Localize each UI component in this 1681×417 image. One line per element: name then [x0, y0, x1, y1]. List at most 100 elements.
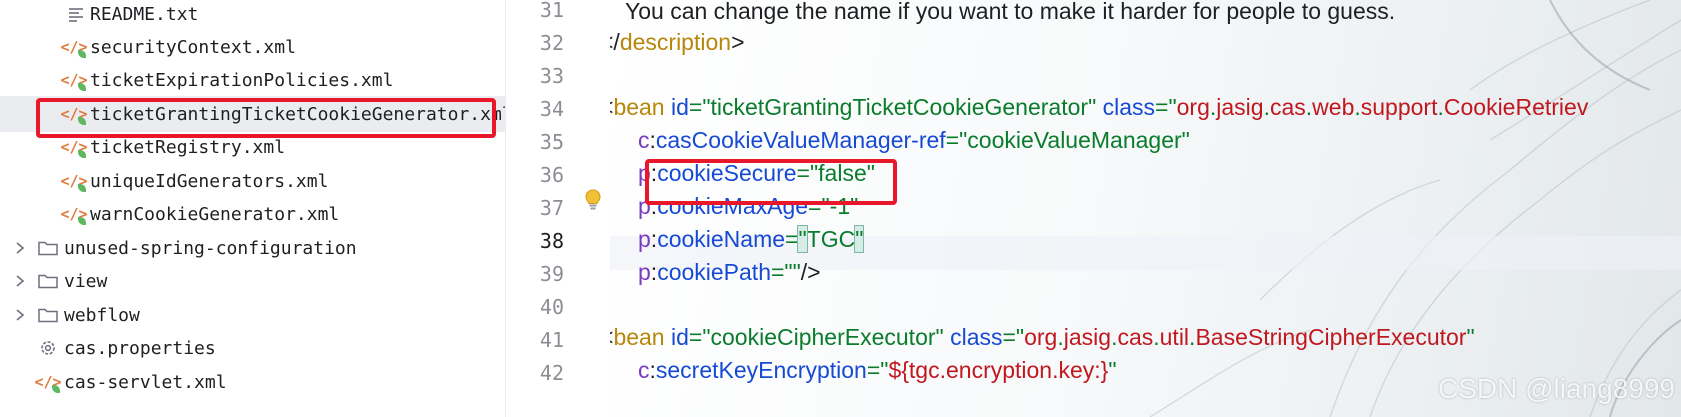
tree-item-label: unused-spring-configuration: [64, 237, 357, 259]
line-number: 35: [539, 130, 564, 154]
xml-file-icon: </>: [60, 138, 88, 158]
attr-value: ticketGrantingTicketCookieGenerator: [710, 94, 1089, 120]
tree-item-label: ticketExpirationPolicies.xml: [90, 69, 394, 91]
tree-item-label: README.txt: [90, 3, 199, 25]
line-number: 31: [539, 0, 564, 22]
tree-item-label: securityContext.xml: [90, 36, 296, 58]
tag-open-bracket: </: [610, 29, 620, 55]
line-number: 41: [539, 328, 564, 352]
code-line-32: </description>: [610, 25, 745, 59]
description-text: You can change the name if you want to m…: [625, 0, 1396, 24]
namespace-prefix: c: [638, 127, 650, 153]
tag-name: bean: [613, 324, 665, 350]
package-segment: support: [1360, 94, 1438, 120]
attr-quote: ": [935, 324, 944, 350]
tree-item-webflow[interactable]: webflow: [0, 297, 505, 333]
code-line-31: You can change the name if you want to m…: [625, 0, 1395, 28]
line-number: 32: [539, 31, 564, 55]
attr-quote: ": [1108, 357, 1117, 383]
class-name: BaseStringCipherExecutor: [1195, 324, 1467, 350]
tree-item-view[interactable]: view: [0, 263, 505, 299]
attr-quote: ": [1088, 94, 1097, 120]
package-segment: jasig: [1063, 324, 1112, 350]
tree-item-cas-properties[interactable]: cas.properties: [0, 330, 505, 366]
code-editor[interactable]: You can change the name if you want to m…: [610, 0, 1681, 417]
tag-name: description: [619, 29, 732, 55]
tree-item-uniqueidgenerators[interactable]: </> uniqueIdGenerators.xml: [0, 163, 505, 199]
tree-item-label: cas.properties: [64, 337, 216, 359]
attr-eq: =": [1155, 94, 1177, 120]
folder-icon: [38, 237, 58, 259]
attr-name: class: [1102, 94, 1156, 120]
attr-name: cookiePath: [657, 259, 771, 285]
attr-empty-value: ="": [771, 259, 801, 285]
attr-value: TGC: [806, 226, 856, 252]
attr-value: cookieValueManager: [967, 127, 1182, 153]
attr-name: casCookieValueManager-ref: [655, 127, 946, 153]
line-number: 42: [539, 361, 564, 385]
tag-close-bracket: >: [731, 29, 745, 55]
project-tree: README.txt </> securityContext.xml </> t…: [0, 0, 506, 417]
package-segment: util: [1159, 324, 1190, 350]
quote-match-open: ": [797, 225, 808, 253]
attr-name: class: [950, 324, 1003, 350]
code-line-42: c:secretKeyEncryption="${tgc.encryption.…: [638, 353, 1117, 387]
tree-item-readme[interactable]: README.txt: [0, 0, 505, 32]
code-highlight-box: [645, 159, 897, 205]
tree-item-label: webflow: [64, 304, 140, 326]
line-number: 37: [539, 196, 564, 220]
attr-eq: =": [866, 357, 889, 383]
chevron-right-icon[interactable]: [12, 273, 28, 289]
tree-item-cas-servlet[interactable]: </> cas-servlet.xml: [0, 364, 505, 400]
attr-quote: ": [1181, 127, 1190, 153]
folder-icon: [38, 304, 58, 326]
code-line-38: p:cookieName="TGC": [638, 222, 865, 256]
gear-file-icon: [38, 337, 58, 359]
tag-name: bean: [613, 94, 665, 120]
code-line-35: c:casCookieValueManager-ref="cookieValue…: [638, 123, 1190, 157]
text-file-icon: [66, 3, 86, 25]
attr-eq: =": [1002, 324, 1025, 350]
tree-item-ticketexpirationpolicies[interactable]: </> ticketExpirationPolicies.xml: [0, 62, 505, 98]
attr-name: id: [671, 94, 689, 120]
line-number: 33: [539, 64, 564, 88]
tree-item-label: cas-servlet.xml: [64, 371, 227, 393]
tree-item-unused-spring-configuration[interactable]: unused-spring-configuration: [0, 230, 505, 266]
namespace-prefix: p: [638, 259, 651, 285]
attr-name: id: [671, 324, 689, 350]
attr-eq: =": [688, 94, 711, 120]
attr-eq: =": [688, 324, 711, 350]
package-segment: org: [1176, 94, 1210, 120]
line-number: 34: [539, 97, 564, 121]
line-number: 36: [539, 163, 564, 187]
tree-item-label: uniqueIdGenerators.xml: [90, 170, 329, 192]
package-segment: web: [1312, 94, 1355, 120]
class-name: CookieRetriev: [1443, 94, 1589, 120]
xml-file-icon: </>: [60, 172, 88, 192]
xml-file-icon: </>: [34, 373, 62, 393]
quote-match-close: ": [854, 225, 865, 253]
package-segment: cas: [1117, 324, 1154, 350]
tree-item-securitycontext[interactable]: </> securityContext.xml: [0, 29, 505, 65]
package-segment: jasig: [1216, 94, 1264, 120]
attr-name: cookieName: [657, 226, 786, 252]
namespace-prefix: c: [638, 357, 650, 383]
tag-self-close: />: [800, 259, 821, 285]
line-number: 39: [539, 262, 564, 286]
tree-item-label: view: [64, 270, 108, 292]
selection-highlight-box: [36, 98, 496, 138]
attr-eq: =": [945, 127, 968, 153]
code-line-41: <bean id="cookieCipherExecutor" class="o…: [610, 320, 1475, 354]
lightbulb-icon[interactable]: [584, 188, 602, 212]
xml-file-icon: </>: [60, 71, 88, 91]
attr-eq: =: [785, 226, 799, 252]
namespace-prefix: p: [638, 226, 651, 252]
tree-item-warncookiegenerator[interactable]: </> warnCookieGenerator.xml: [0, 196, 505, 232]
chevron-right-icon[interactable]: [12, 307, 28, 323]
xml-file-icon: </>: [60, 205, 88, 225]
chevron-right-icon[interactable]: [12, 240, 28, 256]
code-line-34: <bean id="ticketGrantingTicketCookieGene…: [610, 90, 1588, 124]
code-line-39: p:cookiePath=""/>: [638, 255, 821, 289]
tree-item-label: warnCookieGenerator.xml: [90, 203, 340, 225]
line-number: 40: [539, 295, 564, 319]
